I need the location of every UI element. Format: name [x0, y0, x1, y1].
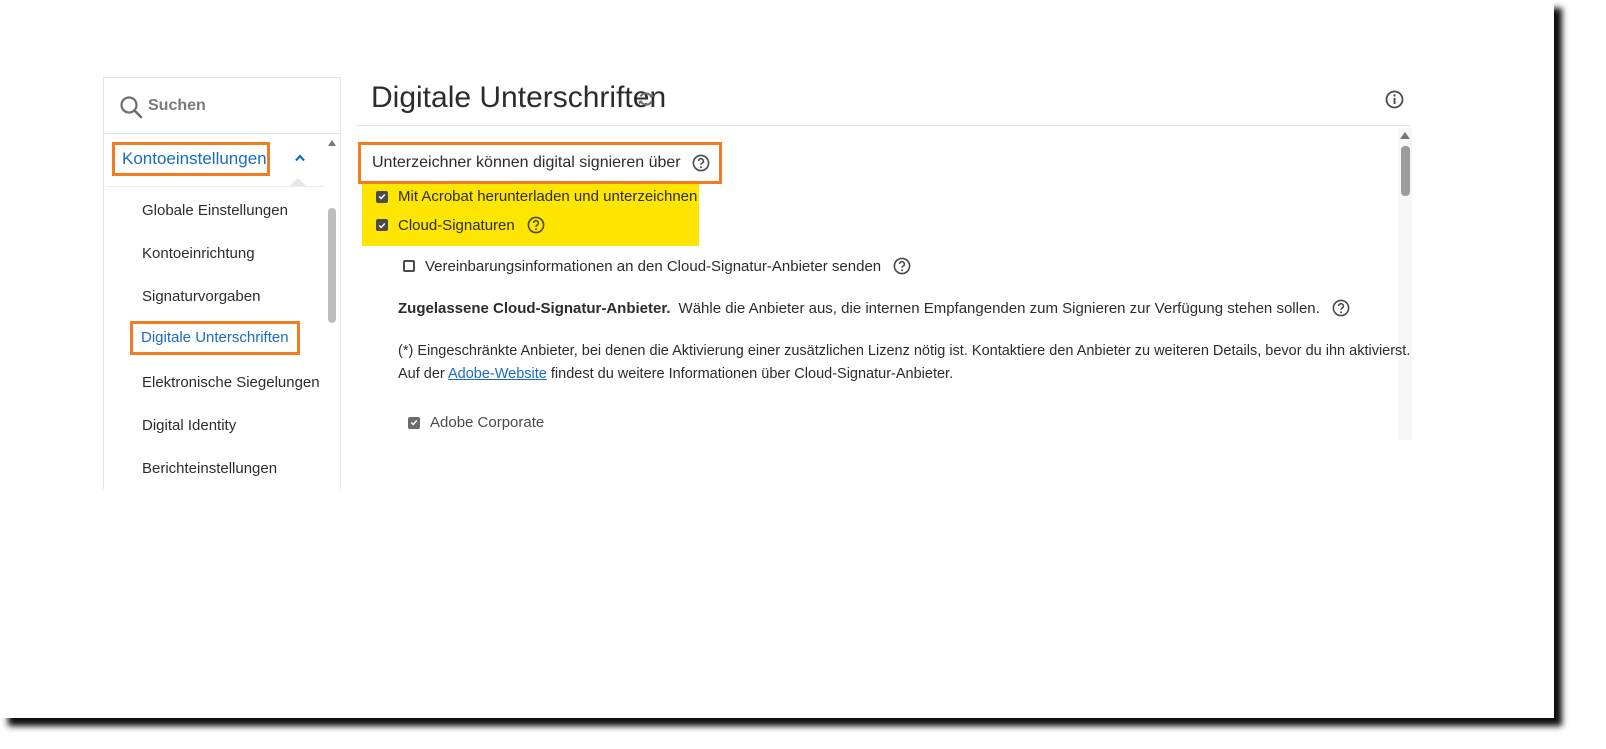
help-icon[interactable]: [893, 257, 911, 275]
checkbox-adobe-corporate[interactable]: [408, 416, 420, 429]
checkmark-icon: [410, 420, 418, 426]
option-acrobat-download[interactable]: Mit Acrobat herunterladen und unterzeich…: [376, 188, 697, 205]
provider-label: Adobe Corporate: [430, 414, 545, 431]
sidebar-scroll-up-icon[interactable]: [328, 140, 336, 146]
allowed-providers-description: Zugelassene Cloud-Signatur-Anbieter. Wäh…: [398, 296, 1350, 320]
sidebar-item-report-settings[interactable]: Berichteinstellungen: [142, 456, 277, 482]
sidebar-item-electronic-seals[interactable]: Elektronische Siegelungen: [142, 370, 320, 396]
adobe-website-link[interactable]: Adobe-Website: [448, 366, 547, 382]
search-icon[interactable]: [119, 95, 143, 119]
section-divider: [106, 186, 324, 187]
title-divider: [355, 125, 1410, 126]
sidebar-item-digital-signatures[interactable]: Digitale Unterschriften: [130, 321, 300, 355]
section-notch: [290, 178, 306, 186]
signing-heading-text: Unterzeichner können digital signieren ü…: [372, 154, 681, 171]
option-cloud-label: Cloud-Signaturen: [398, 216, 515, 234]
note-suffix: findest du weitere Informationen über Cl…: [550, 366, 954, 382]
sidebar-item-signature-defaults[interactable]: Signaturvorgaben: [142, 284, 260, 310]
signing-methods-heading: Unterzeichner können digital signieren ü…: [358, 142, 722, 184]
section-account-settings[interactable]: Kontoeinstellungen: [112, 142, 270, 176]
send-info-label: Vereinbarungsinformationen an den Cloud-…: [425, 257, 882, 275]
restricted-providers-note: (*) Eingeschränkte Anbieter, bei denen d…: [398, 340, 1410, 386]
note-prefix: Auf der: [398, 366, 445, 382]
checkbox-cloud-signatures[interactable]: [376, 219, 388, 231]
search-box: [104, 78, 340, 134]
help-icon[interactable]: [527, 216, 545, 234]
checkmark-icon: [378, 222, 386, 229]
providers-desc: Wähle die Anbieter aus, die internen Emp…: [678, 299, 1320, 317]
checkbox-acrobat[interactable]: [376, 190, 388, 203]
providers-heading: Zugelassene Cloud-Signatur-Anbieter.: [398, 299, 671, 317]
sidebar-item-account-setup[interactable]: Kontoeinrichtung: [142, 241, 255, 267]
chevron-up-icon[interactable]: [294, 153, 306, 163]
note-line-1: (*) Eingeschränkte Anbieter, bei denen d…: [398, 343, 1411, 359]
settings-sidebar: Kontoeinstellungen Globale Einstellungen…: [103, 77, 341, 489]
sidebar-item-global-settings[interactable]: Globale Einstellungen: [142, 198, 288, 224]
option-send-agreement-info[interactable]: Vereinbarungsinformationen an den Cloud-…: [403, 257, 911, 275]
refresh-icon[interactable]: [637, 90, 655, 108]
help-icon[interactable]: [1332, 299, 1350, 317]
search-input[interactable]: [148, 94, 318, 118]
checkbox-send-info[interactable]: [403, 260, 415, 272]
page-title: Digitale Unterschriften: [371, 81, 667, 114]
sidebar-scrollbar[interactable]: [328, 208, 336, 323]
help-icon[interactable]: [692, 154, 710, 172]
sidebar-item-digital-identity[interactable]: Digital Identity: [142, 413, 236, 439]
note-line-2: Auf der Adobe-Website findest du weitere…: [398, 363, 1410, 386]
main-scroll-up-icon[interactable]: [1400, 132, 1410, 139]
checkmark-icon: [378, 194, 386, 200]
section-title: Kontoeinstellungen: [122, 149, 267, 168]
main-scrollbar[interactable]: [1401, 146, 1410, 196]
option-acrobat-label: Mit Acrobat herunterladen und unterzeich…: [398, 188, 698, 205]
info-icon[interactable]: [1385, 90, 1404, 109]
option-cloud-signatures[interactable]: Cloud-Signaturen: [376, 216, 545, 234]
provider-adobe-corporate[interactable]: Adobe Corporate: [408, 414, 544, 431]
